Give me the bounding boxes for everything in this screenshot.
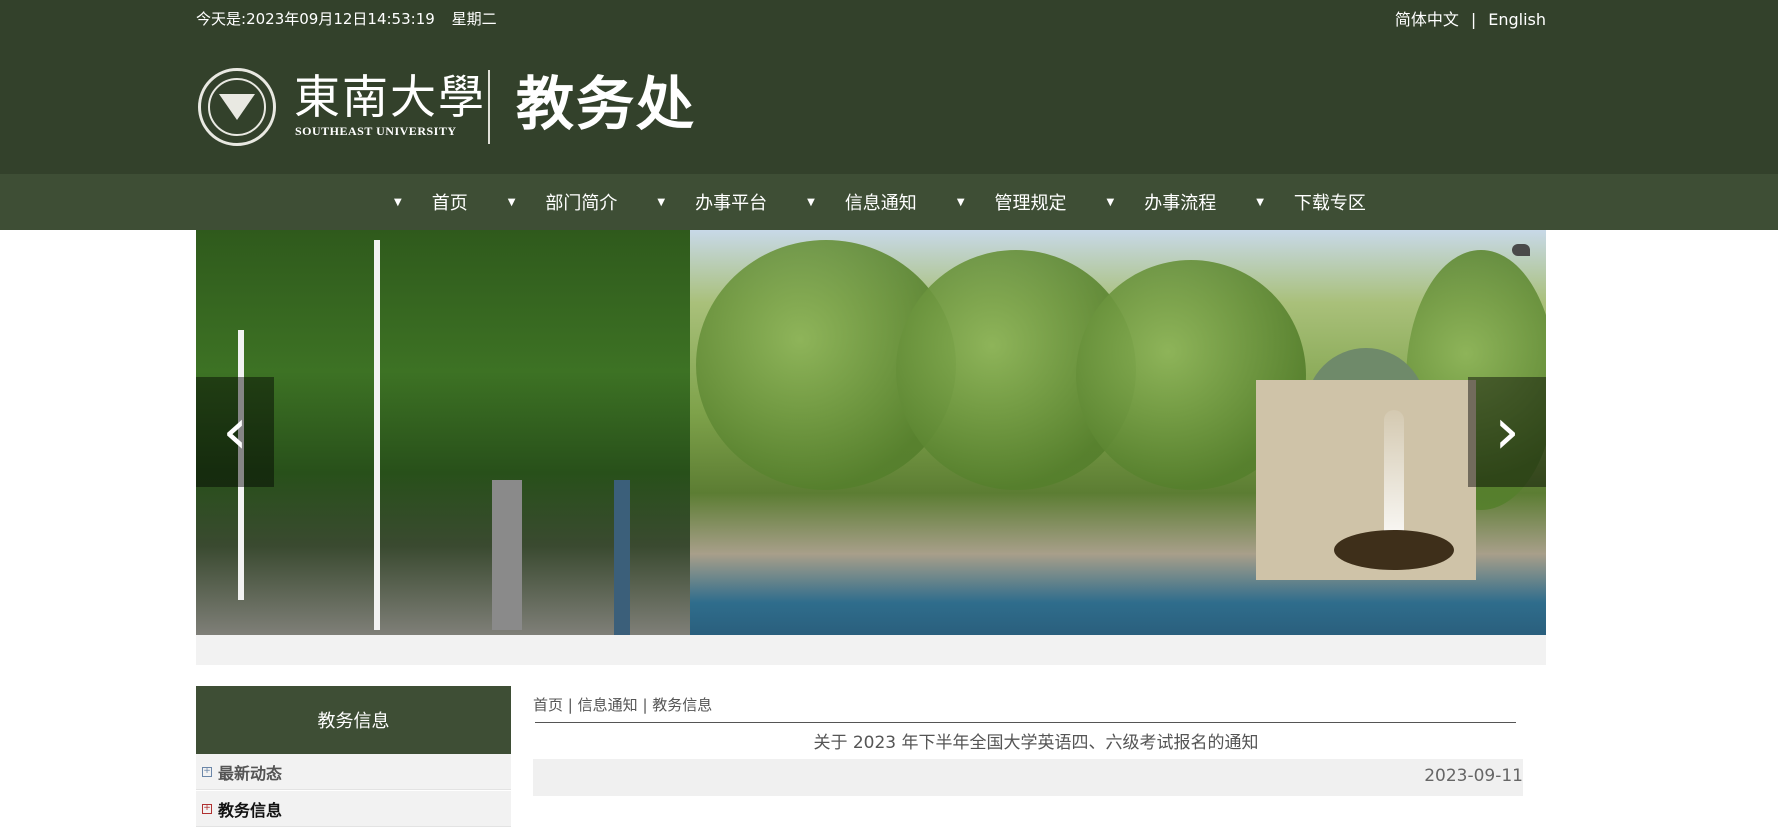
nav-item-about[interactable]: ▼ 部门简介 — [508, 189, 658, 215]
seal-ring-icon — [208, 78, 266, 136]
lamp-post-icon — [374, 240, 380, 630]
school-name-cn[interactable]: 東南大學 — [294, 70, 486, 124]
nav-label: 部门简介 — [545, 193, 618, 214]
nav-label: 办事流程 — [1144, 193, 1217, 214]
sidebar-title: 教务信息 — [196, 686, 511, 754]
breadcrumb-academic-info[interactable]: 教务信息 — [652, 696, 712, 714]
current-datetime: 今天是:2023年09月12日14:53:19 星期二 — [196, 8, 509, 29]
fountain-jet-icon — [1384, 410, 1404, 540]
breadcrumb: 首页 | 信息通知 | 教务信息 — [533, 694, 712, 715]
nav-arrow-icon: ▼ — [1256, 196, 1264, 208]
nav-item-notices[interactable]: ▼ 信息通知 — [807, 189, 957, 215]
nav-arrow-icon: ▼ — [807, 196, 815, 208]
fountain-basin-icon — [1334, 530, 1454, 570]
nav-label: 首页 — [431, 193, 468, 214]
nav-arrow-icon: ▼ — [1106, 196, 1115, 208]
carousel-next-button[interactable]: › — [1468, 377, 1546, 487]
article-title: 关于 2023 年下半年全国大学英语四、六级考试报名的通知 — [813, 733, 1259, 753]
header-divider — [488, 70, 490, 144]
nav-label: 管理规定 — [994, 193, 1067, 214]
title-rule — [535, 722, 1516, 723]
sidebar-item-label: 最新动态 — [218, 763, 283, 783]
plus-square-icon: + — [202, 803, 212, 814]
breadcrumb-notices[interactable]: 信息通知 — [578, 696, 638, 714]
weekday: 星期二 — [451, 10, 497, 28]
lang-chinese-link[interactable]: 简体中文 — [1395, 10, 1459, 29]
datetime-value: 2023年09月12日14:53:19 — [246, 10, 435, 28]
main-nav: ▼ 首页 ▼ 部门简介 ▼ 办事平台 ▼ 信息通知 ▼ 管理规定 ▼ 办事流程 … — [0, 174, 1778, 230]
pillar-icon — [614, 480, 630, 635]
nav-item-downloads[interactable]: ▼ 下载专区 — [1256, 189, 1406, 215]
carousel-indicator-bar — [196, 635, 1546, 665]
nav-item-services[interactable]: ▼ 办事平台 — [657, 189, 807, 215]
carousel-toggle-icon[interactable] — [1512, 244, 1530, 256]
language-switcher: 简体中文 | English — [1395, 6, 1546, 30]
sidebar-item-academic-info[interactable]: + 教务信息 — [196, 791, 511, 827]
nav-label: 下载专区 — [1293, 193, 1366, 214]
article-date-bar: 2023-09-11 — [533, 759, 1523, 796]
chevron-right-icon: › — [1494, 395, 1520, 469]
chevron-left-icon: ‹ — [222, 395, 248, 469]
nav-arrow-icon: ▼ — [956, 196, 965, 208]
school-name-en[interactable]: SOUTHEAST UNIVERSITY — [295, 124, 457, 139]
sidebar-item-latest-news[interactable]: + 最新动态 — [196, 754, 511, 790]
nav-arrow-icon: ▼ — [657, 196, 666, 208]
breadcrumb-separator: | — [567, 696, 573, 714]
breadcrumb-separator: | — [642, 696, 648, 714]
office-title[interactable]: 教务处 — [516, 68, 696, 140]
nav-label: 办事平台 — [695, 193, 768, 214]
lang-english-link[interactable]: English — [1488, 10, 1546, 29]
university-seal-logo[interactable] — [198, 68, 276, 146]
sidebar-item-label: 教务信息 — [218, 800, 283, 820]
nav-arrow-icon: ▼ — [394, 196, 402, 208]
nav-item-procedures[interactable]: ▼ 办事流程 — [1107, 189, 1257, 215]
article-date: 2023-09-11 — [1424, 766, 1523, 786]
sign-post-icon — [492, 480, 522, 630]
nav-label: 信息通知 — [844, 193, 917, 214]
banner-carousel: ‹ › — [196, 230, 1546, 635]
datetime-label: 今天是: — [196, 10, 247, 28]
nav-item-home[interactable]: ▼ 首页 — [394, 189, 508, 215]
nav-list: ▼ 首页 ▼ 部门简介 ▼ 办事平台 ▼ 信息通知 ▼ 管理规定 ▼ 办事流程 … — [394, 174, 1406, 230]
carousel-prev-button[interactable]: ‹ — [196, 377, 274, 487]
lang-separator: | — [1470, 10, 1477, 29]
nav-item-regulations[interactable]: ▼ 管理规定 — [957, 189, 1107, 215]
nav-arrow-icon: ▼ — [507, 196, 516, 208]
breadcrumb-home[interactable]: 首页 — [533, 696, 563, 714]
plus-square-icon: + — [202, 766, 212, 777]
seal-emblem-icon — [219, 94, 255, 120]
